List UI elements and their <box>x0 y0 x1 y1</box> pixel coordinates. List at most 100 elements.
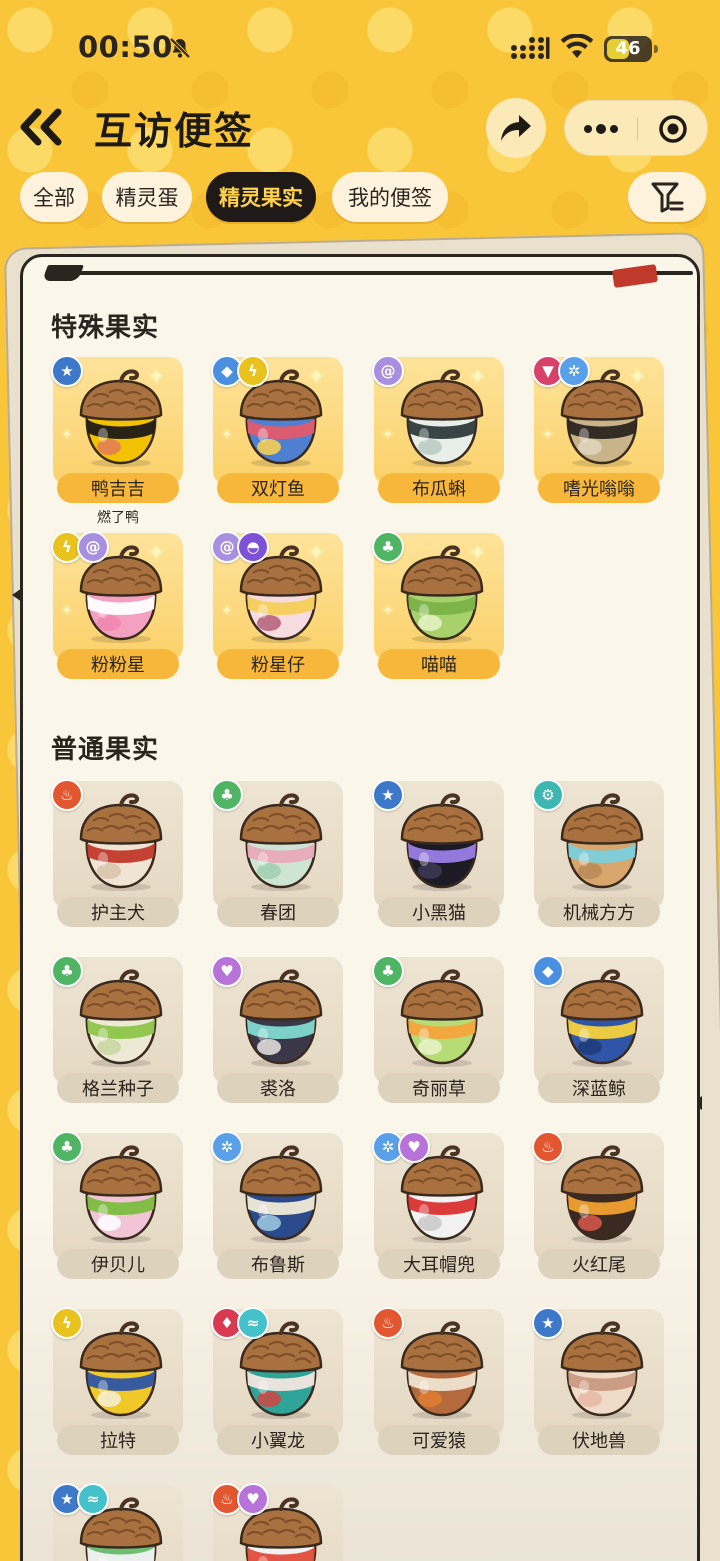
cute-type-icon: ♥ <box>211 955 243 987</box>
type-badges: ✲ <box>211 1131 243 1163</box>
tab-my-notes[interactable]: 我的便签 <box>332 172 448 222</box>
type-badges: ♨ <box>372 1307 404 1339</box>
fruit-name-label: 伏地兽 <box>538 1425 660 1455</box>
fruit-name-label: 嗜光嗡嗡 <box>538 473 660 503</box>
tab-spirit-egg[interactable]: 精灵蛋 <box>102 172 192 222</box>
double-chevron-left-icon <box>20 108 62 146</box>
wing-type-icon: ≈ <box>237 1307 269 1339</box>
mech-type-icon: ⚙ <box>532 779 564 811</box>
acorn-fruit-icon <box>560 793 644 891</box>
normal-fruit-tile[interactable]: ⚙ 机械方方 <box>532 779 664 927</box>
special-fruit-tile[interactable]: ✦ ✦ ★ 鸭吉吉 燃了鸭 <box>51 355 183 526</box>
normal-fruit-tile[interactable]: ♨ 护主犬 <box>51 779 183 927</box>
type-badges: ⚙ <box>532 779 564 811</box>
type-badges: ♥ <box>211 955 243 987</box>
type-badges: ◆ ϟ <box>211 355 269 387</box>
special-fruit-tile[interactable]: ✦ ✦ ϟ @ 粉粉星 <box>51 531 183 679</box>
normal-fruit-tile[interactable]: ♣ 春团 <box>211 779 343 927</box>
type-badges: ★ ≈ <box>51 1483 109 1515</box>
type-badges: ♣ <box>51 955 83 987</box>
type-badges: ★ <box>532 1307 564 1339</box>
grass-type-icon: ♣ <box>372 955 404 987</box>
fruit-name-label: 大耳帽兜 <box>378 1249 500 1279</box>
more-options-button[interactable] <box>565 101 637 157</box>
sparkle-icon: ✦ <box>61 427 73 443</box>
special-fruit-tile[interactable]: ✦ ✦ @ 布瓜蝌 <box>372 355 504 503</box>
cellular-signal-icon <box>511 37 550 59</box>
special-fruit-tile[interactable]: ✦ ✦ ◆ ϟ 双灯鱼 <box>211 355 343 503</box>
normal-fruit-tile[interactable]: ♣ 奇丽草 <box>372 955 504 1103</box>
type-badges: ♨ <box>532 1131 564 1163</box>
star-type-icon: ★ <box>51 355 83 387</box>
acorn-fruit-icon <box>400 545 484 643</box>
acorn-fruit-icon <box>560 969 644 1067</box>
wing-type-icon: ≈ <box>77 1483 109 1515</box>
special-fruit-tile[interactable]: ✦ ✦ ▼ ✲ 嗜光嗡嗡 <box>532 355 664 503</box>
electric-type-icon: ϟ <box>51 1307 83 1339</box>
acorn-fruit-icon <box>400 369 484 467</box>
type-badges: ♨ ♥ <box>211 1483 269 1515</box>
normal-fruit-tile[interactable]: ♣ 伊贝儿 <box>51 1131 183 1279</box>
acorn-fruit-icon <box>79 969 163 1067</box>
normal-fruit-tile[interactable]: ♨ 火红尾 <box>532 1131 664 1279</box>
filter-funnel-icon <box>651 182 684 213</box>
grass-type-icon: ♣ <box>51 955 83 987</box>
special-fruit-tile[interactable]: ✦ ✦ ♣ 喵喵 <box>372 531 504 679</box>
normal-fruit-tile[interactable]: ♨ ♥ <box>211 1483 343 1561</box>
status-bar: 00:50 46 <box>0 0 720 96</box>
acorn-fruit-icon <box>400 793 484 891</box>
normal-fruit-tile[interactable]: ♨ 可爱猿 <box>372 1307 504 1455</box>
ice-type-icon: ✲ <box>558 355 590 387</box>
tab-spirit-fruit[interactable]: 精灵果实 <box>206 172 316 222</box>
sparkle-icon: ✦ <box>542 427 554 443</box>
fruit-name-label: 小黑猫 <box>378 897 500 927</box>
bell-off-icon <box>169 37 191 59</box>
normal-fruit-tile[interactable]: ✲ 布鲁斯 <box>211 1131 343 1279</box>
star-type-icon: ★ <box>532 1307 564 1339</box>
normal-fruit-tile[interactable]: ★ ≈ <box>51 1483 183 1561</box>
normal-fruit-tile[interactable]: ✲ ♥ 大耳帽兜 <box>372 1131 504 1279</box>
normal-fruit-tile[interactable]: ϟ 拉特 <box>51 1307 183 1455</box>
section-title-normal: 普通果实 <box>51 735 160 765</box>
acorn-fruit-icon <box>239 793 323 891</box>
share-button[interactable] <box>486 98 546 158</box>
close-mini-program-button[interactable] <box>637 101 709 157</box>
normal-fruit-tile[interactable]: ★ 伏地兽 <box>532 1307 664 1455</box>
fruit-name-label: 布瓜蝌 <box>378 473 500 503</box>
psychic-type-icon: @ <box>372 355 404 387</box>
type-badges: ♦ ≈ <box>211 1307 269 1339</box>
fruit-name-label: 粉星仔 <box>217 649 339 679</box>
type-badges: ϟ <box>51 1307 83 1339</box>
more-dots-icon <box>584 124 618 134</box>
special-fruit-tile[interactable]: ✦ ✦ @ ◓ 粉星仔 <box>211 531 343 679</box>
acorn-fruit-icon <box>560 1145 644 1243</box>
tab-all[interactable]: 全部 <box>20 172 88 222</box>
normal-fruit-tile[interactable]: ♣ 格兰种子 <box>51 955 183 1103</box>
sparkle-icon: ✦ <box>382 603 394 619</box>
normal-fruit-tile[interactable]: ◆ 深蓝鲸 <box>532 955 664 1103</box>
acorn-fruit-icon <box>400 1321 484 1419</box>
electric-type-icon: ϟ <box>237 355 269 387</box>
fruit-name-label: 喵喵 <box>378 649 500 679</box>
ribbon-tag <box>611 264 659 288</box>
battery-indicator: 46 <box>604 36 658 62</box>
acorn-fruit-icon <box>239 969 323 1067</box>
normal-fruit-tile[interactable]: ♦ ≈ 小翼龙 <box>211 1307 343 1455</box>
type-badges: ★ <box>51 355 83 387</box>
type-badges: @ ◓ <box>211 531 269 563</box>
fruit-name-label: 粉粉星 <box>57 649 179 679</box>
filter-button[interactable] <box>628 172 706 222</box>
normal-fruit-tile[interactable]: ♥ 裘洛 <box>211 955 343 1103</box>
battery-level: 46 <box>615 38 641 59</box>
type-badges: ✲ ♥ <box>372 1131 430 1163</box>
fruit-name-label: 机械方方 <box>538 897 660 927</box>
clip-decoration <box>42 265 84 281</box>
card-binding-line <box>47 271 693 275</box>
target-circle-icon <box>659 115 687 143</box>
back-button[interactable] <box>18 104 72 150</box>
normal-fruit-tile[interactable]: ★ 小黑猫 <box>372 779 504 927</box>
type-badges: ♣ <box>211 779 243 811</box>
type-badges: ♣ <box>372 955 404 987</box>
type-badges: ▼ ✲ <box>532 355 590 387</box>
ghost-type-icon: ◓ <box>237 531 269 563</box>
